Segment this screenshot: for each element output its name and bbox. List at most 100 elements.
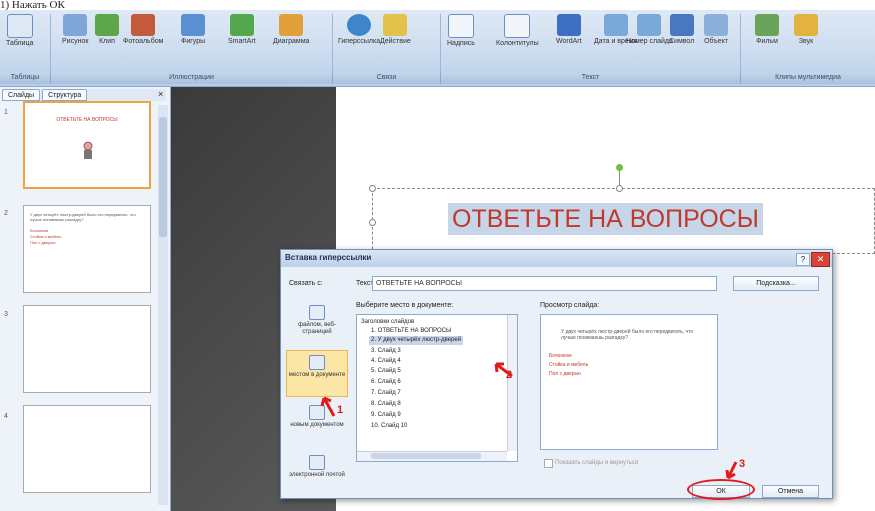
document-place-icon xyxy=(309,355,325,370)
slide-thumbnail-2[interactable]: У двух четырёх люстр-дверей было его пер… xyxy=(23,205,151,293)
panel-scrollbar-thumb[interactable] xyxy=(159,117,167,237)
dialog-title: Вставка гиперссылки xyxy=(285,253,372,262)
hyperlink-button[interactable]: Гиперссылка xyxy=(338,14,380,46)
group-media: Клипы мультимедиа xyxy=(741,72,875,84)
figure-icon xyxy=(83,141,93,159)
ribbon: Таблица Рисунок Клип Фотоальбом Фигуры S… xyxy=(0,10,875,87)
slide-number-icon xyxy=(637,14,662,36)
tree-item[interactable]: 9. Слайд 9 xyxy=(371,411,401,420)
ok-highlight-circle xyxy=(687,479,755,500)
group-links: Связи xyxy=(333,72,441,84)
show-and-return-checkbox[interactable] xyxy=(544,459,553,468)
table-icon xyxy=(6,14,33,38)
preview-bullet: Стойка и мебель xyxy=(549,362,589,368)
thumbnail-bullet: Стойка и мебель xyxy=(30,234,62,239)
tree-item[interactable]: 7. Слайд 7 xyxy=(371,389,401,398)
action-button[interactable]: Действие xyxy=(380,14,411,46)
group-tables: Таблицы xyxy=(0,72,51,84)
slide-number: 3 xyxy=(4,311,8,318)
tree-item-selected[interactable]: 2. У двух четырёх люстр-дверей xyxy=(369,336,464,345)
resize-handle[interactable] xyxy=(369,185,376,192)
tree-scrollbar-thumb[interactable] xyxy=(371,453,481,459)
smartart-button[interactable]: SmartArt xyxy=(228,14,256,46)
tab-slides[interactable]: Слайды xyxy=(2,89,41,101)
movie-button[interactable]: Фильм xyxy=(755,14,779,46)
action-icon xyxy=(383,14,408,36)
place-tree[interactable]: Заголовки слайдов 1. ОТВЕТЬТЕ НА ВОПРОСЫ… xyxy=(356,314,518,462)
slide-number-button[interactable]: Номер слайда xyxy=(626,14,673,46)
tab-outline[interactable]: Структура xyxy=(42,89,88,101)
symbol-button[interactable]: Символ xyxy=(669,14,694,46)
textbox-icon xyxy=(447,14,474,38)
screentip-button[interactable]: Подсказка... xyxy=(733,276,819,291)
date-time-icon xyxy=(603,14,628,36)
step-marker-2: 2 xyxy=(506,369,513,381)
header-footer-button[interactable]: Колонтитулы xyxy=(496,14,539,48)
tree-item[interactable]: 8. Слайд 8 xyxy=(371,400,401,409)
tree-item[interactable]: 5. Слайд 5 xyxy=(371,367,401,376)
slide-title[interactable]: ОТВЕТЬТЕ НА ВОПРОСЫ xyxy=(448,203,763,235)
group-illustrations: Иллюстрации xyxy=(51,72,333,84)
step-marker-3: 3 xyxy=(739,458,746,470)
symbol-icon xyxy=(669,14,694,36)
sound-icon xyxy=(794,14,818,36)
email-icon xyxy=(309,455,325,470)
header-footer-icon xyxy=(504,14,531,38)
shapes-button[interactable]: Фигуры xyxy=(181,14,205,46)
tree-item[interactable]: Заголовки слайдов xyxy=(361,318,414,327)
smartart-icon xyxy=(229,14,254,36)
tree-item[interactable]: 1. ОТВЕТЬТЕ НА ВОПРОСЫ xyxy=(371,327,451,336)
show-and-return-label: Показать слайды и вернуться xyxy=(555,460,639,466)
close-button[interactable]: ✕ xyxy=(811,252,830,267)
picture-icon xyxy=(63,14,88,36)
insert-hyperlink-dialog: Вставка гиперссылки ? ✕ Связать с: Текст… xyxy=(280,249,833,500)
slide-preview: У двух четырёх люстр-дверей было его пер… xyxy=(540,314,718,450)
help-button[interactable]: ? xyxy=(796,253,810,266)
web-page-icon xyxy=(309,305,325,320)
resize-handle[interactable] xyxy=(616,185,623,192)
link-to-label: Связать с: xyxy=(289,280,323,287)
shapes-icon xyxy=(181,14,206,36)
textbox-button[interactable]: Надпись xyxy=(447,14,475,48)
slide-number: 1 xyxy=(4,109,8,116)
step-marker-1: 1 xyxy=(337,404,344,416)
link-target-file[interactable]: файлом, веб-страницей xyxy=(286,300,348,347)
preview-bullet: Бочонком xyxy=(549,353,572,359)
tree-item[interactable]: 3. Слайд 3 xyxy=(371,347,401,356)
slide-thumbnail-4[interactable] xyxy=(23,405,151,493)
photo-album-button[interactable]: Фотоальбом xyxy=(123,14,163,46)
chart-button[interactable]: Диаграмма xyxy=(273,14,309,46)
movie-icon xyxy=(755,14,779,36)
chart-icon xyxy=(279,14,304,36)
clip-button[interactable]: Клип xyxy=(95,14,119,46)
slide-thumbnail-1[interactable]: ОТВЕТЬТЕ НА ВОПРОСЫ xyxy=(23,101,151,189)
thumbnail-text: У двух четырёх люстр-дверей было его пер… xyxy=(30,212,136,222)
tree-item[interactable]: 4. Слайд 4 xyxy=(371,357,401,366)
picture-button[interactable]: Рисунок xyxy=(62,14,88,46)
link-target-email[interactable]: электронной почтой xyxy=(286,450,348,497)
wordart-button[interactable]: WordArt xyxy=(556,14,582,46)
clip-icon xyxy=(95,14,119,36)
slide-thumbnail-3[interactable] xyxy=(23,305,151,393)
table-button[interactable]: Таблица xyxy=(6,14,33,48)
rotation-handle[interactable] xyxy=(616,164,623,171)
select-place-label: Выберите место в документе: xyxy=(356,302,454,309)
tree-item[interactable]: 10. Слайд 10 xyxy=(371,422,407,431)
preview-label: Просмотр слайда: xyxy=(540,302,600,309)
slide-number: 2 xyxy=(4,210,8,217)
cancel-button[interactable]: Отмена xyxy=(762,485,819,498)
thumbnail-bullet: Бочонком xyxy=(30,228,49,233)
tree-item[interactable]: 6. Слайд 6 xyxy=(371,378,401,387)
thumbnail-title: ОТВЕТЬТЕ НА ВОПРОСЫ xyxy=(56,117,118,123)
preview-text: У двух четырёх люстр-дверей было его пер… xyxy=(561,329,694,341)
object-button[interactable]: Объект xyxy=(704,14,728,46)
hyperlink-icon xyxy=(347,14,372,36)
group-text: Текст xyxy=(441,72,741,84)
tree-vertical-scrollbar[interactable] xyxy=(507,315,517,451)
sound-button[interactable]: Звук xyxy=(794,14,818,46)
panel-close-button[interactable]: × xyxy=(158,88,163,100)
display-text-field[interactable] xyxy=(372,276,717,291)
resize-handle[interactable] xyxy=(369,219,376,226)
photo-album-icon xyxy=(131,14,156,36)
thumbnail-bullet: Пол с дверью xyxy=(30,240,56,245)
